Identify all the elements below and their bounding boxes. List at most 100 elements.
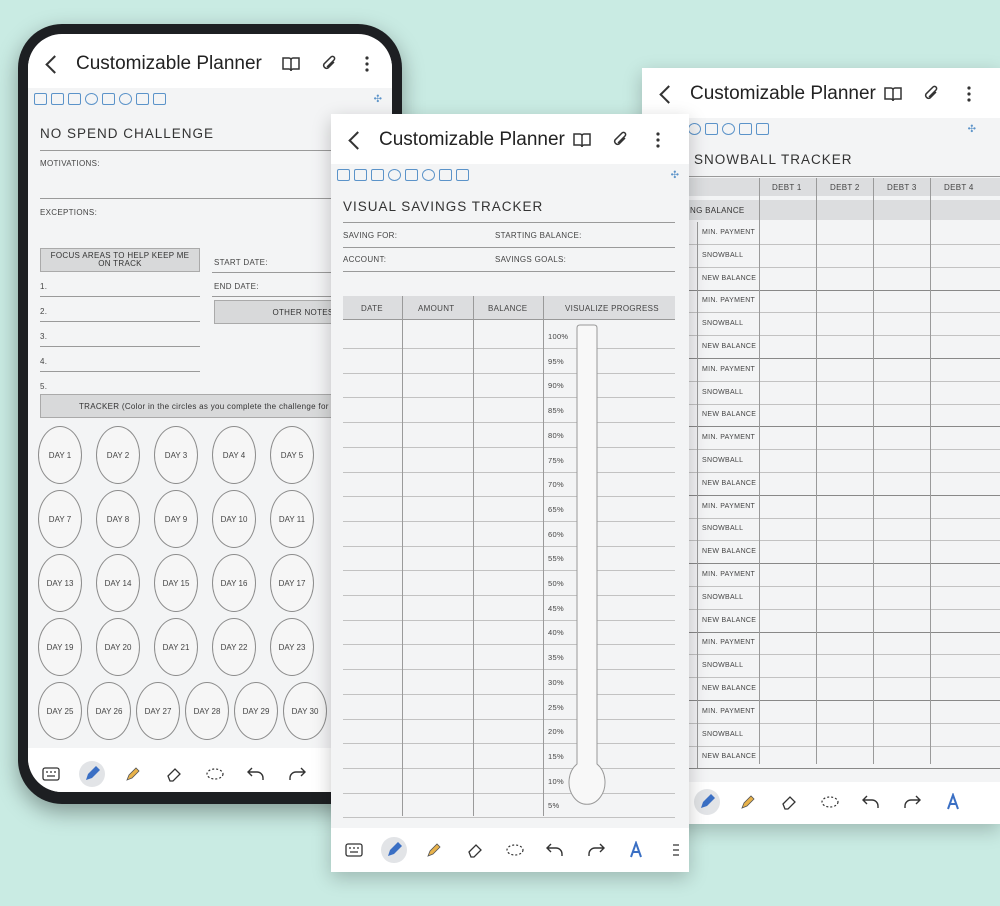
progress-thermometer[interactable] xyxy=(567,324,607,814)
day-circle[interactable]: DAY 5 xyxy=(270,426,314,484)
settings-sparkle-icon[interactable]: ✣ xyxy=(968,124,976,135)
undo-icon[interactable] xyxy=(543,837,568,863)
pen-icon[interactable] xyxy=(694,789,720,815)
exceptions-label: EXCEPTIONS: xyxy=(40,208,98,217)
day-circle[interactable]: DAY 25 xyxy=(38,682,82,740)
clipboard-icon[interactable] xyxy=(68,93,81,105)
book-icon[interactable] xyxy=(280,53,302,75)
heart-icon[interactable] xyxy=(422,169,435,181)
book-icon[interactable] xyxy=(571,129,593,151)
col-divider xyxy=(873,178,874,764)
day-circle[interactable]: DAY 21 xyxy=(154,618,198,676)
day-circle[interactable]: DAY 15 xyxy=(154,554,198,612)
day-circle[interactable]: DAY 8 xyxy=(96,490,140,548)
text-style-icon[interactable] xyxy=(623,837,648,863)
more-vertical-icon[interactable] xyxy=(356,53,378,75)
mail-icon[interactable] xyxy=(354,169,367,181)
lasso-icon[interactable] xyxy=(502,837,527,863)
day-circle[interactable]: DAY 3 xyxy=(154,426,198,484)
mail-icon[interactable] xyxy=(51,93,64,105)
back-icon[interactable] xyxy=(345,129,367,151)
more-vertical-icon[interactable] xyxy=(647,129,669,151)
calendar-icon[interactable] xyxy=(102,93,115,105)
day-circle[interactable]: DAY 23 xyxy=(270,618,314,676)
day-circle[interactable]: DAY 22 xyxy=(212,618,256,676)
table-row-line xyxy=(343,595,675,596)
eraser-icon[interactable] xyxy=(776,789,802,815)
highlighter-icon[interactable] xyxy=(735,789,761,815)
eraser-icon[interactable] xyxy=(161,761,187,787)
pen-icon[interactable] xyxy=(79,761,105,787)
day-circle[interactable]: DAY 10 xyxy=(212,490,256,548)
day-circle[interactable]: DAY 11 xyxy=(270,490,314,548)
progress-percent: 50% xyxy=(548,579,564,588)
redo-icon[interactable] xyxy=(583,837,608,863)
clipboard-icon[interactable] xyxy=(371,169,384,181)
day-circle[interactable]: DAY 28 xyxy=(185,682,229,740)
pen-icon[interactable] xyxy=(381,837,407,863)
paperclip-icon[interactable] xyxy=(920,83,942,105)
settings-sparkle-icon[interactable]: ✣ xyxy=(671,170,679,181)
redo-icon[interactable] xyxy=(899,789,925,815)
table-row-line xyxy=(343,397,675,399)
day-circle[interactable]: DAY 7 xyxy=(38,490,82,548)
undo-icon[interactable] xyxy=(243,761,269,787)
redo-icon[interactable] xyxy=(284,761,310,787)
day-circle[interactable]: DAY 19 xyxy=(38,618,82,676)
starting-balance-label: STARTING BALANCE: xyxy=(495,231,582,240)
home-icon[interactable] xyxy=(337,169,350,181)
day-circle[interactable]: DAY 30 xyxy=(283,682,327,740)
app-title: Customizable Planner xyxy=(690,83,876,104)
book-icon[interactable] xyxy=(882,83,904,105)
day-circle[interactable]: DAY 17 xyxy=(270,554,314,612)
table-row-line xyxy=(343,718,675,720)
progress-percent: 75% xyxy=(548,455,564,465)
keyboard-icon[interactable] xyxy=(38,761,64,787)
file-icon[interactable] xyxy=(456,169,469,181)
heart-icon[interactable] xyxy=(119,93,132,105)
day-circle[interactable]: DAY 29 xyxy=(234,682,278,740)
progress-percent: 35% xyxy=(548,653,564,663)
lasso-icon[interactable] xyxy=(202,761,228,787)
calendar-icon[interactable] xyxy=(705,123,718,135)
more-vertical-icon[interactable] xyxy=(958,83,980,105)
checklist-icon[interactable] xyxy=(136,93,149,105)
checklist-icon[interactable] xyxy=(739,123,752,135)
row-label: NEW BALANCE xyxy=(702,685,757,692)
day-circle[interactable]: DAY 1 xyxy=(38,426,82,484)
lasso-icon[interactable] xyxy=(817,789,843,815)
heart-icon[interactable] xyxy=(722,123,735,135)
day-circle[interactable]: DAY 16 xyxy=(212,554,256,612)
table-row-line xyxy=(688,563,1000,565)
text-style-icon[interactable] xyxy=(940,789,966,815)
day-circle[interactable]: DAY 20 xyxy=(96,618,140,676)
file-icon[interactable] xyxy=(153,93,166,105)
calendar-icon[interactable] xyxy=(405,169,418,181)
target-icon[interactable] xyxy=(688,123,701,135)
day-circle[interactable]: DAY 26 xyxy=(87,682,131,740)
checklist-icon[interactable] xyxy=(439,169,452,181)
day-circle[interactable]: DAY 14 xyxy=(96,554,140,612)
highlighter-icon[interactable] xyxy=(422,837,447,863)
day-circle[interactable]: DAY 4 xyxy=(212,426,256,484)
day-circle[interactable]: DAY 9 xyxy=(154,490,198,548)
day-circle[interactable]: DAY 2 xyxy=(96,426,140,484)
paperclip-icon[interactable] xyxy=(609,129,631,151)
back-icon[interactable] xyxy=(656,83,678,105)
undo-icon[interactable] xyxy=(858,789,884,815)
settings-sparkle-icon[interactable]: ✣ xyxy=(374,94,382,105)
home-icon[interactable] xyxy=(34,93,47,105)
more-tools-icon[interactable] xyxy=(664,837,689,863)
keyboard-icon[interactable] xyxy=(341,837,366,863)
target-icon[interactable] xyxy=(388,169,401,181)
divider xyxy=(40,371,200,372)
target-icon[interactable] xyxy=(85,93,98,105)
row-label: SNOWBALL xyxy=(702,662,744,670)
highlighter-icon[interactable] xyxy=(120,761,146,787)
file-icon[interactable] xyxy=(756,123,769,135)
eraser-icon[interactable] xyxy=(462,837,487,863)
back-icon[interactable] xyxy=(42,53,64,75)
day-circle[interactable]: DAY 27 xyxy=(136,682,180,740)
paperclip-icon[interactable] xyxy=(318,53,340,75)
day-circle[interactable]: DAY 13 xyxy=(38,554,82,612)
